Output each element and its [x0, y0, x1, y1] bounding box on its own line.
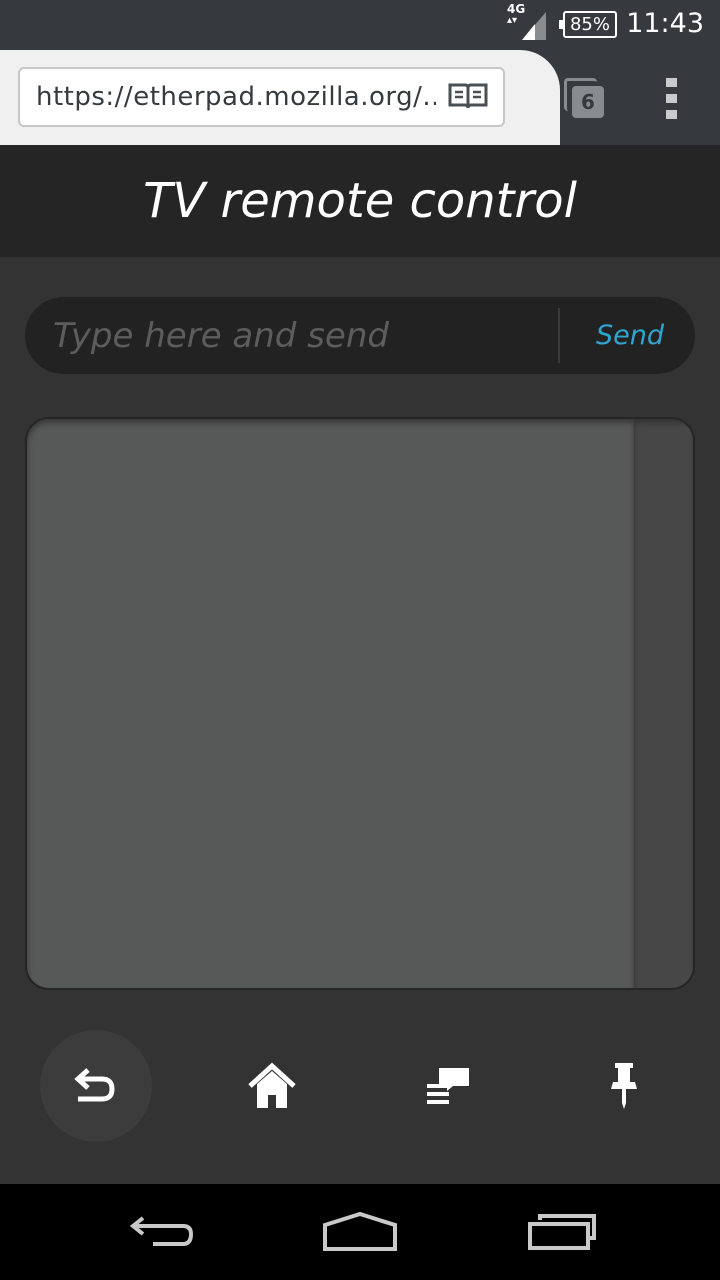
back-icon [74, 1068, 115, 1102]
home-button[interactable] [216, 1030, 328, 1142]
url-bar-container: https://etherpad.mozilla.org/... [0, 50, 560, 145]
url-bar[interactable]: https://etherpad.mozilla.org/... [18, 67, 505, 127]
tabs-button[interactable]: 6 [560, 74, 608, 122]
app-header: TV remote control [0, 145, 720, 257]
menu-button[interactable] [392, 1030, 504, 1142]
tab-count: 6 [572, 86, 604, 118]
screen: 4G ▴▾ 85% 11:43 https://etherpad.mozilla… [0, 0, 720, 1280]
home-icon [248, 1062, 296, 1108]
recents-nav-icon [528, 1214, 596, 1250]
back-button[interactable] [40, 1030, 152, 1142]
overflow-menu-icon[interactable] [660, 76, 684, 120]
menu-dot [666, 78, 677, 87]
menu-dot [666, 110, 677, 119]
system-back-button[interactable] [115, 1204, 205, 1260]
home-nav-icon [323, 1211, 397, 1251]
status-bar: 4G ▴▾ 85% 11:43 [0, 0, 720, 50]
text-input[interactable] [53, 297, 553, 374]
back-nav-icon [129, 1216, 194, 1246]
battery-level: 85% [569, 14, 610, 35]
data-activity-icon: ▴▾ [507, 15, 518, 26]
send-button[interactable]: Send [565, 297, 695, 374]
browser-toolbar: https://etherpad.mozilla.org/... 6 [0, 50, 720, 145]
signal-icon [522, 12, 546, 40]
system-home-button[interactable] [315, 1204, 405, 1260]
page-title: TV remote control [143, 173, 577, 229]
menu-list-icon [427, 1068, 469, 1104]
reader-mode-icon[interactable] [448, 82, 488, 112]
clock: 11:43 [626, 8, 704, 39]
pin-icon [611, 1063, 637, 1109]
input-divider [558, 308, 560, 363]
remote-controls [0, 1030, 720, 1144]
pin-button[interactable] [568, 1030, 680, 1142]
scroll-strip[interactable] [634, 419, 693, 988]
battery-icon: 85% [559, 11, 617, 38]
menu-dot [666, 94, 677, 103]
system-nav-bar [0, 1184, 720, 1280]
send-text-bar: Send [25, 297, 695, 374]
touchpad[interactable] [25, 417, 695, 990]
system-recents-button[interactable] [517, 1204, 607, 1260]
url-text[interactable]: https://etherpad.mozilla.org/... [36, 69, 436, 125]
touchpad-surface[interactable] [27, 419, 634, 988]
